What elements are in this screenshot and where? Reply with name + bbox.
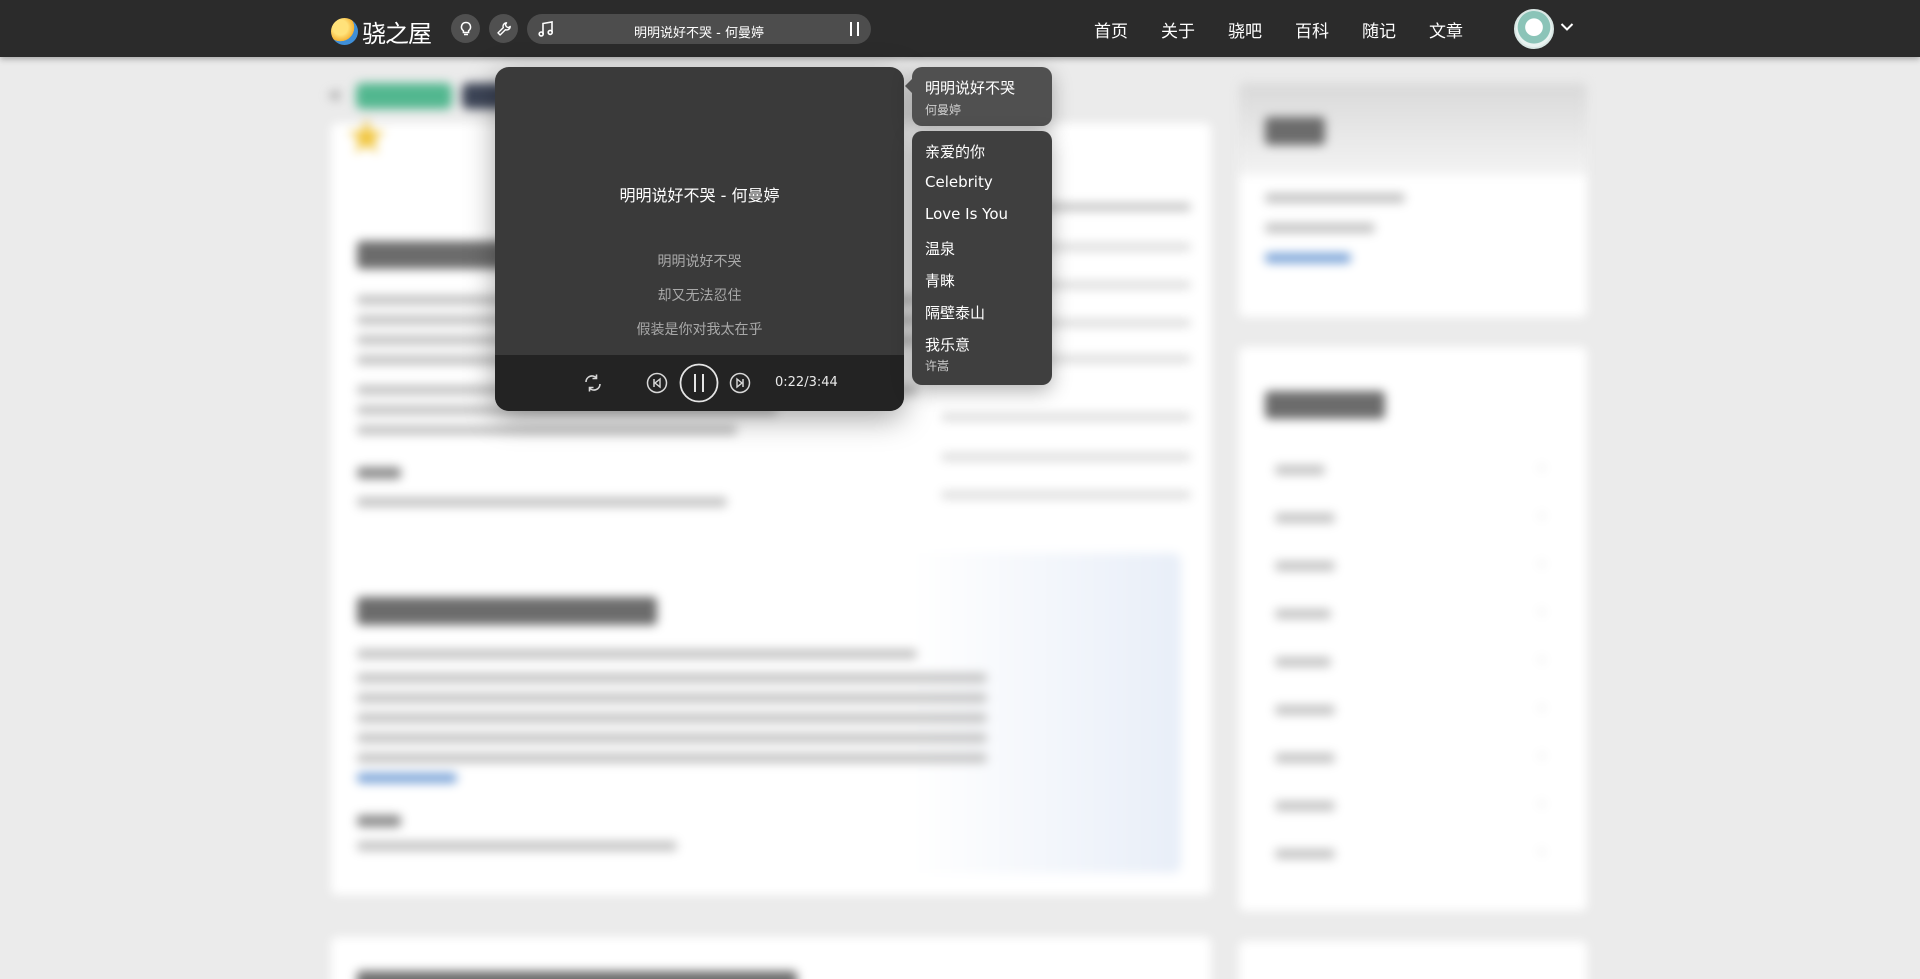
playlist-item[interactable]: Celebrity [925,173,993,191]
sidebar-card: › › › › › › › › › [1239,347,1587,911]
featured-star-icon: ★ [345,109,389,165]
tag-badge [356,83,452,109]
playlist-item[interactable]: 亲爱的你 [925,141,985,162]
lyric-line: 却又无法忍住 [657,288,742,304]
music-note-icon [538,21,553,37]
playlist-item[interactable]: 青睐 [925,270,955,291]
tools-button[interactable] [489,14,518,43]
music-player-popup: 明明说好不哭 - 何曼婷 明明说好不哭 却又无法忍住 假装是你对我太在乎 0:2… [495,67,904,411]
player-controls: 0:22/3:44 [495,355,904,411]
brand-name: 骁之屋 [362,20,432,48]
lightbulb-icon [460,21,471,35]
previous-icon[interactable] [646,372,668,394]
playlist-item[interactable]: Love Is You [925,205,1008,223]
nav-item-home[interactable]: 首页 [1094,17,1128,42]
playlist-current-item[interactable]: 明明说好不哭 何曼婷 [905,67,1052,126]
nav-item-forum[interactable]: 骁吧 [1228,17,1262,42]
player-song-title: 明明说好不哭 - 何曼婷 [619,186,780,205]
logo-icon [331,18,358,45]
site-logo[interactable]: 骁之屋 [331,14,432,49]
mini-music-player[interactable]: 明明说好不哭 - 何曼婷 [527,14,871,44]
playlist-item[interactable]: 隔壁泰山 [925,302,985,323]
wrench-icon [496,21,511,36]
playlist-item[interactable]: 我乐意 [925,334,970,355]
pause-icon[interactable] [679,363,719,403]
lyric-line: 假装是你对我太在乎 [636,322,763,338]
sidebar-card [1239,941,1587,979]
article-card [331,937,1211,979]
next-icon[interactable] [729,372,751,394]
article-card [331,535,1211,895]
chevron-down-icon[interactable] [1560,22,1574,32]
main-nav: 首页 关于 骁吧 百科 随记 文章 [1094,17,1496,42]
now-playing-title: 明明说好不哭 - 何曼婷 [634,26,764,41]
lyric-line: 明明说好不哭 [657,254,742,270]
nav-item-notes[interactable]: 随记 [1362,17,1396,42]
playlist: 亲爱的你 Celebrity Love Is You 温泉 青睐 隔壁泰山 我乐… [912,131,1052,385]
repeat-icon[interactable] [582,373,604,393]
pause-icon[interactable] [850,22,859,36]
nav-item-articles[interactable]: 文章 [1429,17,1463,42]
current-song-artist: 何曼婷 [925,103,962,117]
current-song-title: 明明说好不哭 [925,79,1016,97]
nav-item-about[interactable]: 关于 [1161,17,1195,42]
tag-arrow-icon: ◀ [328,87,339,103]
playlist-item-artist: 许嵩 [925,359,950,373]
playback-time: 0:22/3:44 [775,375,838,390]
nav-item-wiki[interactable]: 百科 [1295,17,1329,42]
playlist-item[interactable]: 温泉 [925,238,955,259]
sidebar-card [1239,83,1587,317]
top-nav-bar: 骁之屋 明明说好不哭 - 何曼婷 首页 关于 骁吧 百科 随记 文章 [0,0,1920,57]
lightbulb-button[interactable] [451,14,480,43]
user-avatar[interactable] [1514,9,1554,49]
